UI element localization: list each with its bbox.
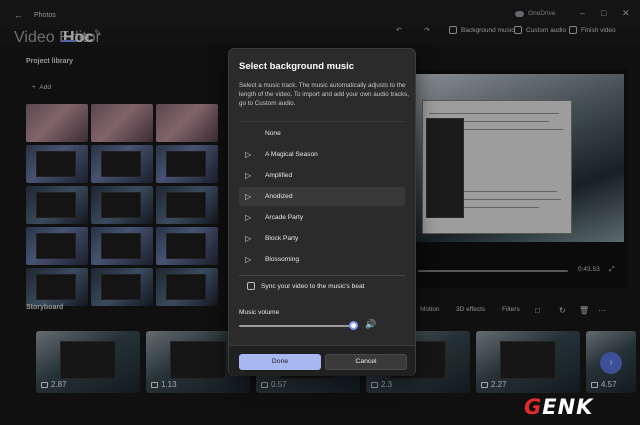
music-track-list: None ▷ A Magical Season ▷ Amplified ▷ An…	[239, 121, 405, 269]
sync-label: Sync your video to the music's beat	[261, 282, 365, 290]
track-item[interactable]: ▷ A Magical Season	[239, 145, 405, 164]
track-label: Anodized	[265, 193, 293, 200]
play-icon[interactable]: ▷	[239, 171, 259, 180]
track-label: Arcade Party	[265, 214, 304, 221]
cancel-button[interactable]: Cancel	[325, 354, 407, 370]
music-volume-label: Music volume	[239, 309, 280, 316]
play-icon[interactable]: ▷	[239, 213, 259, 222]
music-volume-slider[interactable]	[239, 325, 355, 327]
track-item[interactable]: ▷ Block Party	[239, 229, 405, 248]
play-icon[interactable]: ▷	[239, 234, 259, 243]
track-label: Amplified	[265, 172, 293, 179]
dialog-title: Select background music	[239, 61, 355, 72]
track-item-selected[interactable]: ▷ Anodized	[239, 187, 405, 206]
dialog-description: Select a music track. The music automati…	[239, 82, 410, 107]
track-item[interactable]: ▷ Amplified	[239, 166, 405, 185]
play-icon[interactable]: ▷	[239, 255, 259, 264]
divider	[239, 275, 405, 276]
sync-checkbox[interactable]	[247, 282, 255, 290]
dialog-footer: Done Cancel	[229, 345, 415, 376]
play-icon[interactable]: ▷	[239, 192, 259, 201]
track-none[interactable]: None	[239, 124, 405, 143]
logo-text: GENK	[524, 395, 594, 419]
track-item[interactable]: ▷ Blossoming	[239, 250, 405, 269]
sync-to-beat-option[interactable]: Sync your video to the music's beat	[247, 282, 365, 290]
speaker-icon[interactable]: 🔊	[365, 319, 376, 330]
volume-slider-thumb[interactable]	[349, 321, 358, 330]
track-item[interactable]: ▷ Arcade Party	[239, 208, 405, 227]
track-label: A Magical Season	[265, 151, 318, 158]
play-icon[interactable]: ▷	[239, 150, 259, 159]
done-button[interactable]: Done	[239, 354, 321, 370]
track-label: Block Party	[265, 235, 299, 242]
genk-logo: GENK	[520, 393, 636, 421]
background-music-dialog: Select background music Select a music t…	[228, 48, 416, 376]
track-label: None	[265, 130, 281, 137]
track-label: Blossoming	[265, 256, 300, 263]
